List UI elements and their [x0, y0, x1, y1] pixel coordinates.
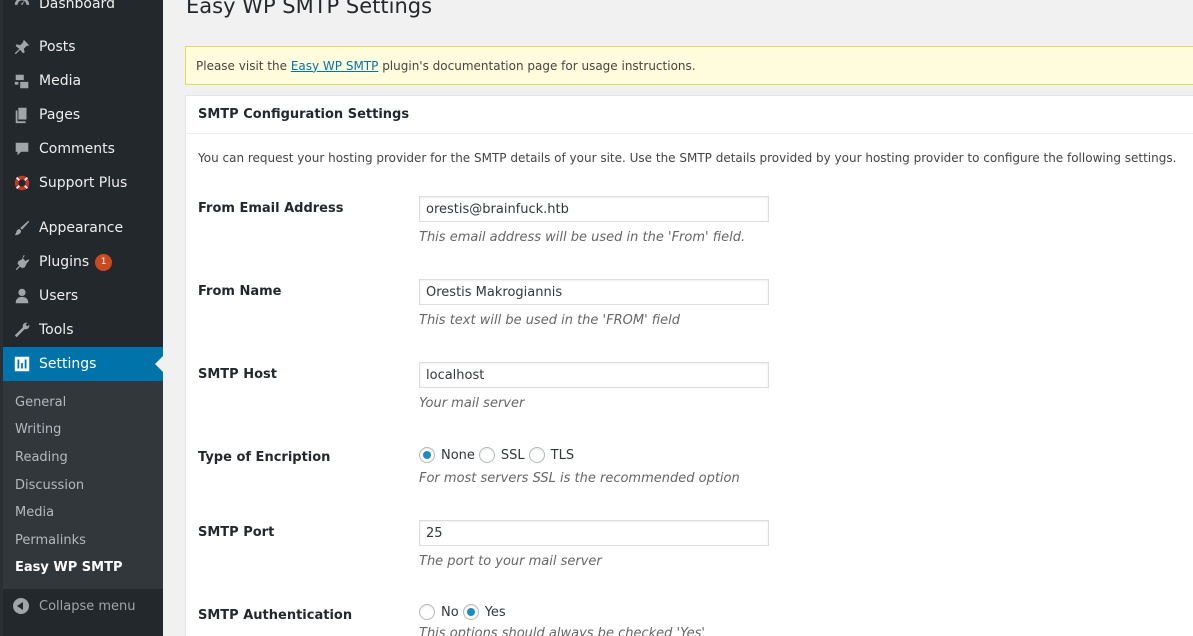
sidebar-item-label: Posts [39, 39, 76, 55]
sidebar-item-label: Appearance [39, 220, 124, 236]
smtp-host-label: SMTP Host [198, 367, 277, 382]
smtp-auth-radio-group: No Yes [419, 604, 510, 620]
sidebar-item-label: Dashboard [39, 0, 115, 12]
submenu-item-reading[interactable]: Reading [15, 450, 68, 465]
from-name-input[interactable] [419, 279, 769, 305]
smtp-settings-panel: SMTP Configuration Settings You can requ… [185, 95, 1193, 636]
update-count-badge: 1 [95, 253, 113, 271]
sidebar-item-media[interactable]: Media [3, 64, 163, 98]
sidebar-item-label: Comments [39, 141, 115, 157]
pages-icon [12, 105, 32, 125]
submenu-item-permalinks[interactable]: Permalinks [15, 533, 86, 548]
smtp-port-input[interactable] [419, 520, 769, 546]
smtp-port-description: The port to your mail server [419, 554, 602, 569]
sidebar-item-appearance[interactable]: Appearance [3, 211, 163, 245]
encryption-none-label: None [441, 447, 475, 463]
user-icon [12, 286, 32, 306]
encryption-description: For most servers SSL is the recommended … [419, 471, 740, 486]
sidebar-item-comments[interactable]: Comments [3, 132, 163, 166]
encryption-ssl-radio[interactable] [478, 447, 495, 463]
from-email-label: From Email Address [198, 201, 344, 216]
settings-submenu: General Writing Reading Discussion Media… [3, 381, 163, 589]
submenu-item-general[interactable]: General [15, 395, 66, 410]
submenu-item-discussion[interactable]: Discussion [15, 478, 84, 493]
lifebuoy-icon [12, 173, 32, 193]
from-email-input[interactable] [419, 196, 769, 222]
notice-prefix: Please visit the [196, 58, 291, 73]
encryption-radio-group: None SSL TLS [419, 447, 578, 463]
panel-intro-text: You can request your hosting provider fo… [198, 151, 1177, 165]
encryption-none-radio[interactable] [419, 447, 435, 463]
sidebar-item-label: Users [39, 288, 79, 304]
sidebar-item-pages[interactable]: Pages [3, 98, 163, 132]
wrench-icon [12, 320, 32, 340]
submenu-item-media[interactable]: Media [15, 505, 54, 520]
smtp-auth-yes-radio[interactable] [462, 604, 479, 620]
sidebar-item-settings[interactable]: Settings [3, 347, 163, 381]
submenu-item-easy-wp-smtp[interactable]: Easy WP SMTP [15, 560, 122, 575]
sidebar-item-label: Media [39, 73, 82, 89]
from-name-description: This text will be used in the 'FROM' fie… [419, 313, 681, 328]
encryption-ssl-label: SSL [500, 447, 525, 463]
sidebar-item-label: Support Plus [39, 175, 128, 191]
settings-icon [12, 354, 32, 374]
panel-title: SMTP Configuration Settings [186, 96, 1193, 134]
brush-icon [12, 218, 32, 238]
sidebar-item-label: Settings [39, 356, 97, 372]
admin-sidebar: Dashboard Posts Media Pages Comments Sup… [0, 0, 163, 636]
sidebar-item-posts[interactable]: Posts [3, 30, 163, 64]
encryption-tls-radio[interactable] [528, 447, 545, 463]
notice-suffix: plugin's documentation page for usage in… [378, 58, 696, 73]
smtp-port-label: SMTP Port [198, 525, 275, 540]
plugin-docs-link[interactable]: Easy WP SMTP [291, 59, 379, 73]
smtp-auth-label: SMTP Authentication [198, 608, 353, 623]
plugin-icon [12, 252, 32, 272]
sidebar-item-support-plus[interactable]: Support Plus [3, 166, 163, 200]
collapse-menu-button[interactable]: Collapse menu [3, 594, 136, 618]
sidebar-item-tools[interactable]: Tools [3, 313, 163, 347]
sidebar-item-users[interactable]: Users [3, 279, 163, 313]
encryption-label: Type of Encription [198, 450, 331, 465]
encryption-tls-label: TLS [550, 447, 575, 463]
smtp-host-description: Your mail server [419, 396, 525, 411]
sidebar-item-label: Tools [39, 322, 74, 338]
smtp-auth-yes-label: Yes [484, 604, 506, 620]
smtp-host-input[interactable] [419, 362, 769, 388]
sidebar-item-dashboard[interactable]: Dashboard [3, 0, 163, 21]
smtp-auth-no-label: No [441, 604, 459, 620]
submenu-item-writing[interactable]: Writing [15, 422, 61, 437]
page-title: Easy WP SMTP Settings [186, 0, 433, 18]
documentation-notice: Please visit the Easy WP SMTP plugin's d… [185, 46, 1193, 85]
collapse-arrow-icon [13, 598, 29, 614]
smtp-auth-description: This options should always be checked 'Y… [419, 626, 705, 636]
comment-icon [12, 139, 32, 159]
active-indicator-arrow [155, 356, 163, 372]
sidebar-item-label: Plugins [39, 254, 90, 270]
collapse-menu-label: Collapse menu [39, 598, 136, 614]
sidebar-item-label: Pages [39, 107, 81, 123]
pin-icon [12, 37, 32, 57]
smtp-auth-no-radio[interactable] [419, 604, 435, 620]
from-email-description: This email address will be used in the '… [419, 230, 746, 245]
from-name-label: From Name [198, 284, 282, 299]
media-icon [12, 71, 32, 91]
sidebar-item-plugins[interactable]: Plugins 1 [3, 245, 163, 279]
dashboard-icon [12, 0, 32, 14]
